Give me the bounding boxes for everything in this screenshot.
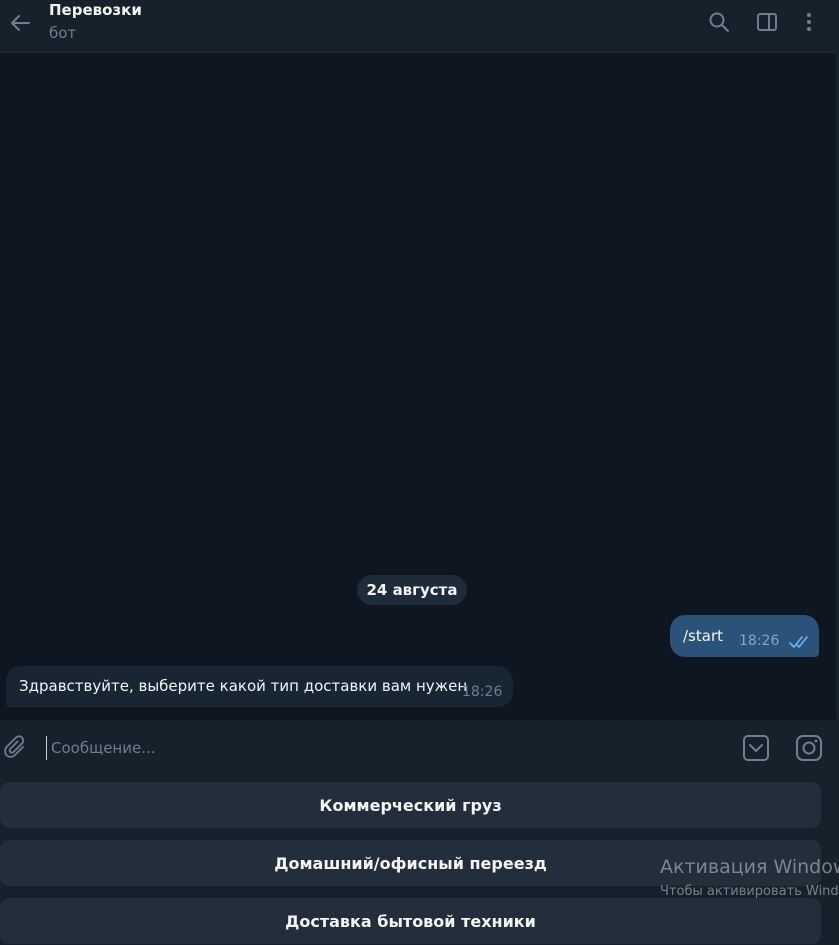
camera-button[interactable] (795, 734, 823, 762)
double-check-icon (789, 636, 808, 648)
message-text: Здравствуйте, выберите какой тип доставк… (19, 677, 468, 695)
back-button[interactable] (6, 9, 34, 37)
message-text: /start (683, 627, 723, 645)
sidebar-toggle-icon (757, 13, 777, 31)
chat-header: Перевозки бот (0, 0, 839, 55)
bot-keyboard-toggle[interactable] (742, 734, 770, 762)
search-icon (709, 12, 729, 32)
search-button[interactable] (705, 8, 733, 36)
sidebar-toggle-button[interactable] (753, 8, 781, 36)
message-time: 18:26 (739, 633, 780, 649)
camera-icon (796, 735, 822, 761)
chat-title[interactable]: Перевозки (49, 1, 142, 19)
chat-window: Перевозки бот 24 августа /start 18:26 Зд… (0, 0, 839, 945)
chat-subtitle: бот (49, 24, 77, 42)
more-button[interactable] (795, 8, 823, 36)
more-vertical-icon (807, 13, 811, 31)
message-input[interactable] (46, 736, 711, 760)
bot-keyboard-icon (743, 735, 769, 761)
date-badge[interactable]: 24 августа (357, 575, 467, 605)
message-composer (0, 720, 839, 776)
outgoing-message[interactable]: /start 18:26 (670, 615, 819, 657)
message-time: 18:26 (462, 684, 503, 700)
attach-button[interactable] (2, 734, 30, 762)
keyboard-button-home-office-move[interactable]: Домашний/офисный переезд (0, 840, 821, 886)
bot-reply-keyboard: Коммерческий груз Домашний/офисный перее… (0, 776, 839, 945)
keyboard-button-appliance-delivery[interactable]: Доставка бытовой техники (0, 898, 821, 944)
keyboard-button-commercial-cargo[interactable]: Коммерческий груз (0, 782, 821, 828)
back-arrow-icon (11, 15, 30, 31)
paperclip-icon (4, 735, 25, 758)
incoming-message[interactable]: Здравствуйте, выберите какой тип доставк… (6, 666, 513, 707)
